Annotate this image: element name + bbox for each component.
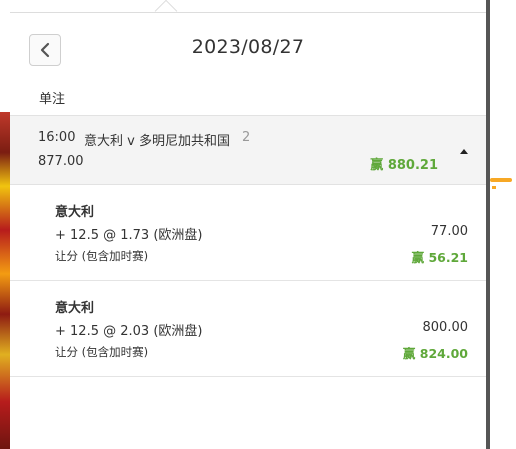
- caret-up-icon[interactable]: [460, 149, 468, 154]
- section-label: 单注: [39, 92, 66, 107]
- total-stake: 877.00: [38, 154, 84, 169]
- leg-team: 意大利: [55, 205, 95, 220]
- bet-leg: 意大利 + 12.5 @ 2.03 (欧洲盘) 800.00 让分 (包含加时赛…: [10, 281, 486, 377]
- bet-summary-row[interactable]: 16:00 意大利 v 多明尼加共和国 2 877.00 赢 880.21: [10, 115, 486, 185]
- total-win: 赢 880.21: [370, 158, 438, 173]
- leg-win: 赢 824.00: [402, 346, 468, 361]
- leg-pick: + 12.5 @ 2.03 (欧洲盘): [55, 324, 203, 339]
- match-name: 意大利 v 多明尼加共和国: [84, 134, 230, 149]
- match-time: 16:00: [38, 130, 76, 145]
- leg-team: 意大利: [55, 301, 95, 316]
- background-right: [490, 0, 516, 449]
- leg-stake: 800.00: [422, 320, 469, 335]
- leg-win: 赢 56.21: [411, 250, 468, 265]
- orange-accent-mark: [490, 178, 512, 182]
- leg-stake: 77.00: [430, 224, 468, 239]
- page-title: 2023/08/27: [191, 36, 305, 58]
- leg-pick: + 12.5 @ 1.73 (欧洲盘): [55, 228, 203, 243]
- orange-accent-dot: [492, 186, 496, 189]
- leg-market: 让分 (包含加时赛): [55, 345, 149, 359]
- leg-market: 让分 (包含加时赛): [55, 249, 149, 263]
- bet-detail-popover: 2023/08/27 单注 16:00 意大利 v 多明尼加共和国 2 877.…: [10, 12, 486, 449]
- leg-count-badge: 2: [242, 130, 251, 145]
- bet-leg: 意大利 + 12.5 @ 1.73 (欧洲盘) 77.00 让分 (包含加时赛)…: [10, 185, 486, 281]
